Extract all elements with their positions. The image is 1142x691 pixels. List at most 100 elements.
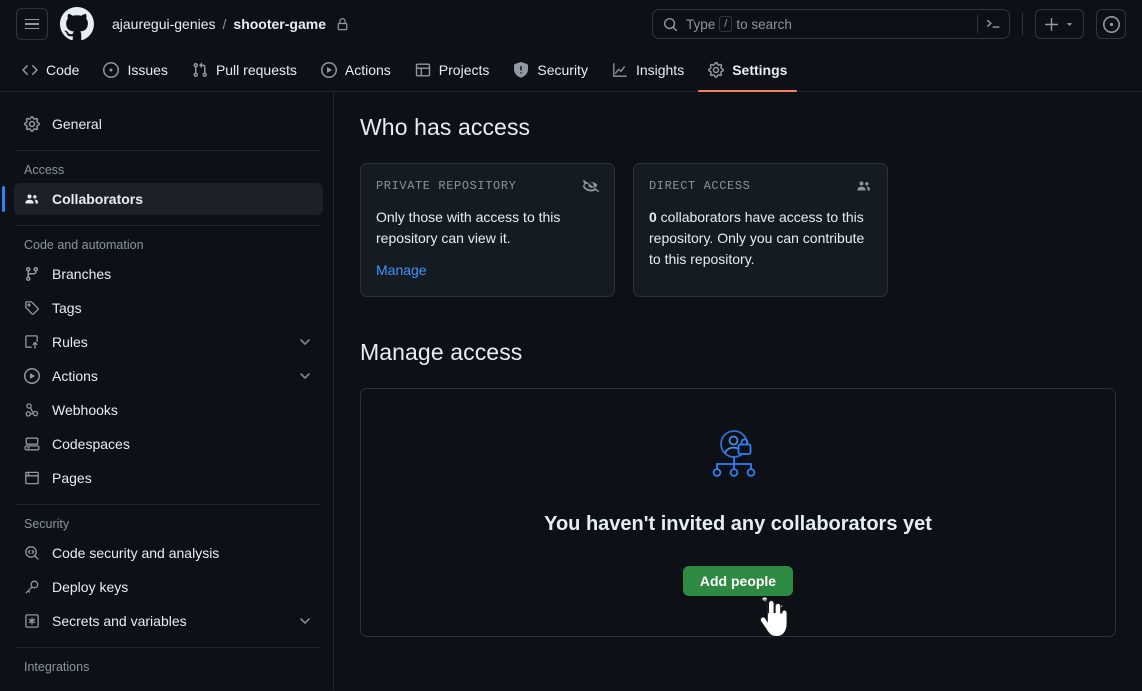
- sidebar-item-secrets-label: Secrets and variables: [52, 613, 187, 629]
- search-input[interactable]: Type / to search: [652, 9, 1010, 39]
- dot-circle-icon: [1102, 15, 1120, 33]
- collaborator-count: 0: [649, 209, 657, 225]
- tab-security-label: Security: [537, 61, 588, 78]
- direct-access-card: DIRECT ACCESS 0 collaborators have acces…: [633, 163, 888, 297]
- tab-projects[interactable]: Projects: [405, 48, 500, 92]
- private-repository-card: PRIVATE REPOSITORY Only those with acces…: [360, 163, 615, 297]
- sidebar-item-actions-label: Actions: [52, 368, 98, 384]
- asterisk-box-icon: [25, 614, 39, 628]
- sidebar-item-code-security-label: Code security and analysis: [52, 545, 220, 561]
- settings-main-content: Who has access PRIVATE REPOSITORY Only t…: [334, 92, 1142, 690]
- sidebar-item-deploy-keys[interactable]: Deploy keys: [14, 571, 323, 603]
- tab-pull-requests-label: Pull requests: [215, 61, 297, 78]
- sidebar-item-branches[interactable]: Branches: [14, 258, 323, 290]
- sidebar-item-collaborators[interactable]: Collaborators: [2, 183, 323, 215]
- sidebar-section-security: Security: [24, 517, 70, 531]
- graph-icon: [613, 62, 627, 77]
- breadcrumb-separator: /: [222, 16, 227, 32]
- sidebar-item-rules-label: Rules: [52, 334, 88, 350]
- sidebar-item-pages-label: Pages: [52, 470, 92, 486]
- sidebar-item-deploy-keys-label: Deploy keys: [52, 579, 129, 595]
- sidebar-section-code-and-automation: Code and automation: [24, 238, 144, 252]
- manage-access-panel: You haven't invited any collaborators ye…: [360, 388, 1116, 637]
- tab-code-label: Code: [46, 61, 80, 78]
- gear-icon: [24, 116, 40, 132]
- search-slash-key: /: [719, 16, 733, 32]
- lock-icon: [336, 17, 349, 31]
- card-header: PRIVATE REPOSITORY: [376, 178, 599, 194]
- git-pull-request-icon: [193, 62, 207, 77]
- search-icon: [663, 17, 678, 31]
- git-branch-icon: [25, 267, 38, 282]
- sidebar-item-codespaces-label: Codespaces: [52, 436, 130, 452]
- create-new-button[interactable]: [1035, 9, 1084, 39]
- search-placeholder: Type / to search: [686, 16, 969, 32]
- tab-pull-requests[interactable]: Pull requests: [182, 48, 307, 92]
- issues-shortcut-button[interactable]: [1096, 9, 1126, 39]
- sidebar-divider: [16, 225, 321, 226]
- terminal-icon[interactable]: [986, 17, 1001, 32]
- empty-state-title: You haven't invited any collaborators ye…: [544, 513, 932, 535]
- search-placeholder-prefix: Type: [686, 16, 716, 32]
- chevron-down-icon[interactable]: [297, 368, 313, 384]
- eye-closed-icon: [583, 180, 599, 193]
- tab-projects-label: Projects: [438, 61, 490, 78]
- sidebar-item-tags[interactable]: Tags: [14, 292, 323, 324]
- search-placeholder-suffix: to search: [736, 16, 792, 32]
- tab-settings[interactable]: Settings: [698, 48, 798, 92]
- breadcrumb: ajauregui-genies / shooter-game: [112, 16, 349, 32]
- private-repository-card-label: PRIVATE REPOSITORY: [376, 179, 517, 193]
- sidebar-item-general[interactable]: General: [14, 108, 323, 140]
- breadcrumb-repo[interactable]: shooter-game: [233, 16, 326, 32]
- issue-opened-icon: [103, 61, 120, 78]
- direct-access-card-label: DIRECT ACCESS: [649, 179, 751, 193]
- hamburger-icon[interactable]: [16, 8, 48, 40]
- collaborators-lock-illustration: [712, 430, 756, 477]
- sidebar-item-branches-label: Branches: [52, 266, 112, 282]
- tab-insights-label: Insights: [635, 61, 685, 78]
- sidebar-section-integrations: Integrations: [24, 660, 90, 674]
- tab-settings-label: Settings: [732, 61, 788, 78]
- shield-icon: [514, 61, 529, 78]
- sidebar-item-actions[interactable]: Actions: [14, 360, 323, 392]
- play-icon: [320, 61, 337, 78]
- people-icon: [857, 181, 870, 191]
- tab-security[interactable]: Security: [503, 48, 598, 92]
- people-icon: [25, 194, 38, 204]
- tab-issues[interactable]: Issues: [93, 48, 177, 92]
- code-icon: [22, 64, 38, 75]
- plus-icon: [1044, 17, 1059, 31]
- sidebar-item-secrets-and-variables[interactable]: Secrets and variables: [14, 605, 323, 637]
- sidebar-divider: [16, 647, 321, 648]
- sidebar-item-codespaces[interactable]: Codespaces: [14, 428, 323, 460]
- tab-actions[interactable]: Actions: [311, 48, 401, 92]
- table-icon: [415, 63, 430, 77]
- direct-access-card-text-rest: collaborators have access to this reposi…: [649, 209, 865, 267]
- chevron-down-icon[interactable]: [297, 613, 313, 629]
- header-right-actions: Type / to search: [652, 9, 1126, 39]
- settings-sidebar: General Access Collaborators Code and au…: [0, 92, 334, 690]
- manage-link[interactable]: Manage: [376, 262, 427, 278]
- sidebar-item-webhooks[interactable]: Webhooks: [14, 394, 323, 426]
- page-title-who-has-access: Who has access: [360, 114, 531, 140]
- tab-issues-label: Issues: [127, 61, 168, 78]
- tab-actions-label: Actions: [344, 61, 391, 78]
- page-body: General Access Collaborators Code and au…: [0, 92, 1142, 690]
- rules-icon: [25, 335, 38, 349]
- github-logo-icon[interactable]: [60, 7, 94, 41]
- tag-icon: [25, 301, 39, 316]
- tab-code[interactable]: Code: [12, 48, 89, 92]
- code-search-icon: [25, 546, 39, 560]
- repo-nav-tabs: Code Issues Pull requests Actions Projec…: [0, 48, 1142, 92]
- browser-icon: [25, 471, 39, 485]
- sidebar-item-rules[interactable]: Rules: [14, 326, 323, 358]
- sidebar-item-code-security-and-analysis[interactable]: Code security and analysis: [14, 537, 323, 569]
- chevron-down-icon[interactable]: [297, 334, 313, 350]
- add-people-button[interactable]: Add people: [682, 566, 794, 596]
- sidebar-item-collaborators-label: Collaborators: [52, 191, 144, 207]
- tab-insights[interactable]: Insights: [602, 48, 694, 92]
- sidebar-item-pages[interactable]: Pages: [14, 462, 323, 494]
- breadcrumb-owner[interactable]: ajauregui-genies: [112, 16, 216, 32]
- webhook-icon: [25, 403, 39, 417]
- key-icon: [25, 580, 39, 594]
